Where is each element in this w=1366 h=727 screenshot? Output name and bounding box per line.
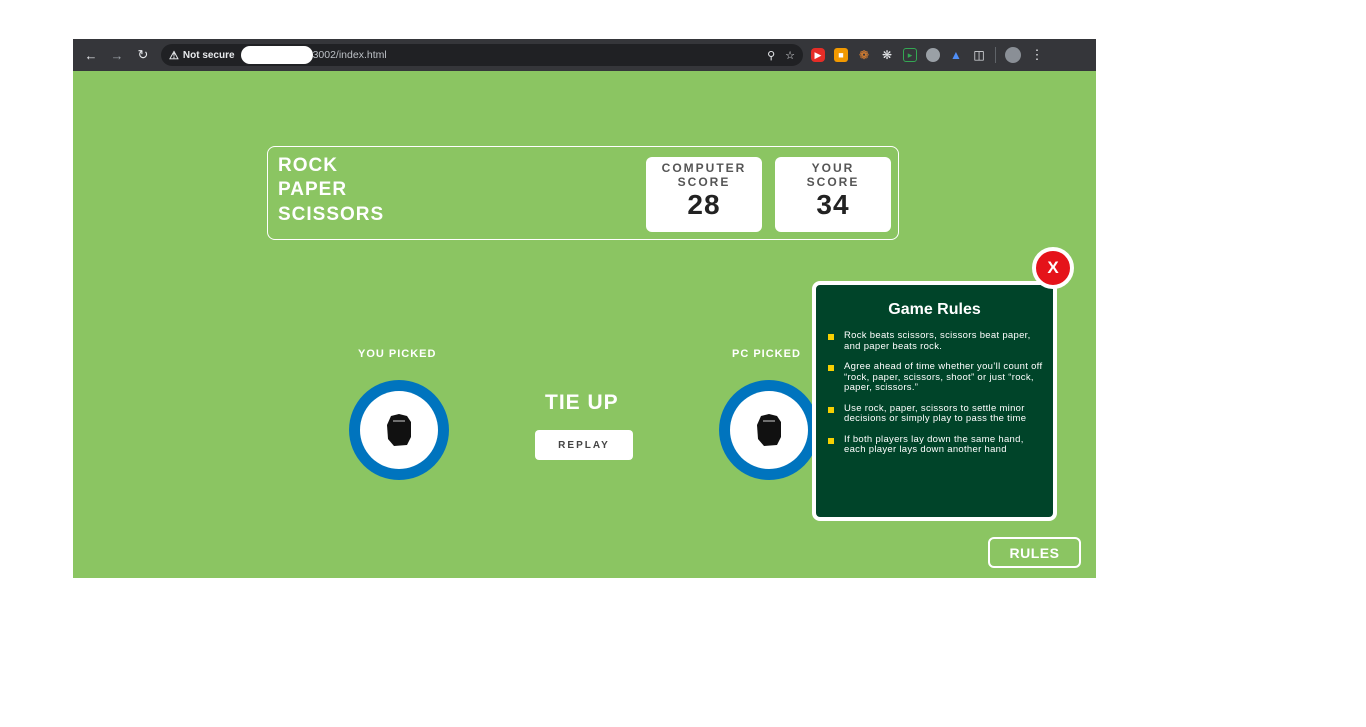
rock-fist-icon <box>387 414 411 446</box>
toolbar-separator <box>995 47 996 63</box>
bullet-icon <box>828 334 834 340</box>
puzzle-icon[interactable]: ◫ <box>972 48 986 62</box>
game-title-line: SCISSORS <box>278 204 385 225</box>
rule-text: Rock beats scissors, scissors beat paper… <box>844 330 1031 352</box>
result-text: TIE UP <box>545 391 619 414</box>
rules-title: Game Rules <box>888 301 981 318</box>
you-picked-label: YOU PICKED <box>358 348 437 360</box>
bullet-icon <box>828 437 834 444</box>
close-rules-button[interactable]: X <box>1032 247 1074 289</box>
extension-icon[interactable]: ❁ <box>857 48 871 62</box>
game-title-line: PAPER <box>278 179 348 200</box>
back-icon[interactable]: ← <box>81 45 101 65</box>
game-title-line: ROCK <box>278 155 338 176</box>
pc-picked-label: PC PICKED <box>732 348 801 360</box>
rock-fist-icon <box>757 414 781 446</box>
browser-toolbar: ← → ↻ ⚠ Not secure 3002/index.html ⚲ ☆ ▶… <box>73 39 1096 71</box>
your-score-label: SCORE <box>806 175 860 189</box>
you-pick-inner <box>360 391 438 469</box>
browser-window: ← → ↻ ⚠ Not secure 3002/index.html ⚲ ☆ ▶… <box>73 39 1096 578</box>
rule-text: If both players lay down the same hand, … <box>844 433 1024 455</box>
computer-score-label: COMPUTER <box>661 161 747 175</box>
rule-item: Agree ahead of time whether you’ll count… <box>828 361 1043 394</box>
youtube-extension-icon[interactable]: ▶ <box>811 48 825 62</box>
extension-icon[interactable]: ▸ <box>903 48 917 62</box>
forward-icon[interactable]: → <box>107 45 127 65</box>
pc-pick-circle <box>719 380 819 480</box>
rules-panel: Game Rules Rock beats scissors, scissors… <box>812 281 1057 521</box>
pc-pick-inner <box>730 391 808 469</box>
menu-dots-icon[interactable]: ⋮ <box>1030 47 1044 63</box>
security-label: Not secure <box>182 49 235 61</box>
scoreboard: ROCK PAPER SCISSORS COMPUTER SCORE 28 YO… <box>267 146 899 240</box>
extension-icon[interactable]: ▲ <box>949 48 963 62</box>
bullet-icon <box>828 365 834 371</box>
you-pick-circle <box>349 380 449 480</box>
bullet-icon <box>828 406 834 413</box>
extension-icon[interactable] <box>926 48 940 62</box>
rules-button[interactable]: RULES <box>988 537 1081 568</box>
zoom-icon[interactable]: ⚲ <box>767 49 775 62</box>
address-bar[interactable]: ⚠ Not secure 3002/index.html ⚲ ☆ <box>161 44 803 66</box>
replay-button[interactable]: REPLAY <box>535 430 633 460</box>
your-score-value: 34 <box>816 189 850 220</box>
security-chip[interactable]: ⚠ Not secure <box>169 49 235 62</box>
warning-icon: ⚠ <box>169 49 179 62</box>
extension-icon[interactable]: ❋ <box>880 48 894 62</box>
rule-item: Rock beats scissors, scissors beat paper… <box>828 330 1043 352</box>
rule-item: If both players lay down the same hand, … <box>828 433 1043 456</box>
rule-text: Use rock, paper, scissors to settle mino… <box>844 402 1027 424</box>
rule-item: Use rock, paper, scissors to settle mino… <box>828 402 1043 425</box>
extensions-bar: ▶ ■ ❁ ❋ ▸ ▲ ◫ ⋮ <box>811 39 1044 71</box>
extension-icon[interactable]: ■ <box>834 48 848 62</box>
computer-score-value: 28 <box>687 189 721 220</box>
computer-score-card: COMPUTER SCORE 28 <box>646 157 762 232</box>
computer-score-label: SCORE <box>677 175 731 189</box>
rule-text: Agree ahead of time whether you’ll count… <box>844 361 1043 393</box>
bookmark-star-icon[interactable]: ☆ <box>785 49 795 62</box>
redacted-host <box>240 46 313 64</box>
your-score-card: YOUR SCORE 34 <box>775 157 891 232</box>
your-score-label: YOUR <box>811 161 855 175</box>
rules-list: Rock beats scissors, scissors beat paper… <box>816 330 1053 456</box>
reload-icon[interactable]: ↻ <box>133 45 153 65</box>
profile-avatar[interactable] <box>1005 47 1021 63</box>
url-text: 3002/index.html <box>312 49 387 61</box>
